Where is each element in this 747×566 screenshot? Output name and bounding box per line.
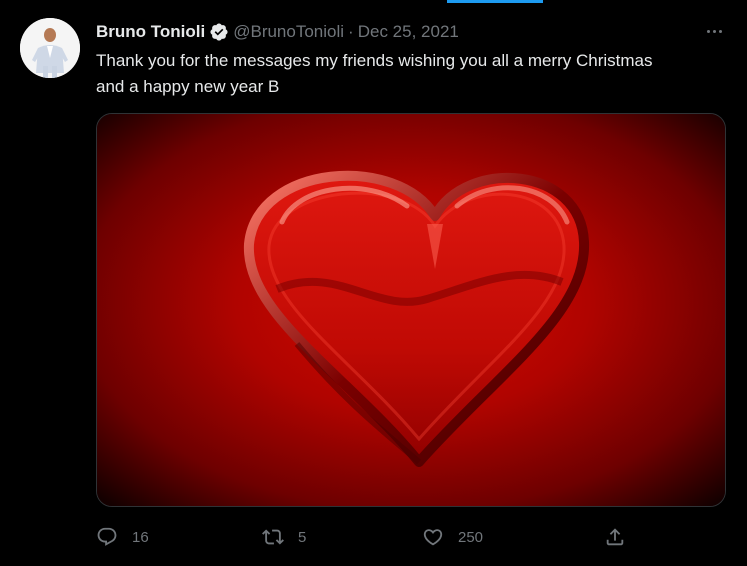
- verified-badge-icon: [209, 22, 229, 42]
- top-tab-indicator: [447, 0, 543, 3]
- tweet-actions-bar: 16 5 250: [96, 522, 636, 552]
- avatar[interactable]: [20, 18, 80, 78]
- retweet-icon: [262, 526, 284, 548]
- tweet-container: Bruno Tonioli @BrunoTonioli · Dec 25, 20…: [0, 0, 747, 566]
- like-button[interactable]: 250: [422, 522, 483, 552]
- reply-button[interactable]: 16: [96, 522, 149, 552]
- user-handle[interactable]: @BrunoTonioli: [233, 22, 344, 42]
- reply-count: 16: [132, 528, 149, 546]
- share-button[interactable]: [604, 522, 626, 552]
- separator-dot: ·: [348, 22, 354, 41]
- display-name[interactable]: Bruno Tonioli: [96, 22, 205, 42]
- tweet-text: Thank you for the messages my friends wi…: [96, 51, 653, 96]
- more-options-icon[interactable]: [701, 22, 727, 40]
- retweet-button[interactable]: 5: [262, 522, 306, 552]
- like-count: 250: [458, 528, 484, 546]
- heart-icon: [422, 526, 444, 548]
- tweet-date[interactable]: Dec 25, 2021: [358, 22, 459, 42]
- share-icon: [604, 526, 626, 548]
- tweet-media-image[interactable]: [96, 113, 726, 507]
- tweet-header: Bruno Tonioli @BrunoTonioli · Dec 25, 20…: [96, 20, 459, 44]
- reply-icon: [96, 526, 118, 548]
- retweet-count: 5: [298, 528, 307, 546]
